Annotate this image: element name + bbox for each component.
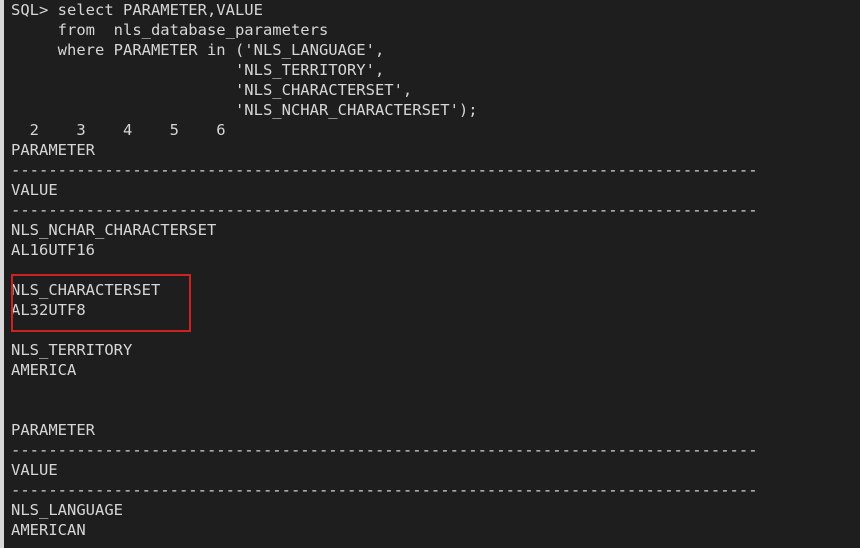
result1-row-1-parameter: NLS_NCHAR_CHARACTERSET [11, 221, 217, 239]
result1-row-2-value: AL32UTF8 [11, 301, 86, 319]
result2-separator-1: ----------------------------------------… [11, 441, 758, 459]
continuation-line-numbers: 2 3 4 5 6 [11, 121, 226, 139]
result1-separator-1: ----------------------------------------… [11, 161, 758, 179]
sql-query-line-1: SQL> select PARAMETER,VALUE [11, 1, 263, 19]
window-left-gutter [0, 0, 4, 548]
result1-separator-2: ----------------------------------------… [11, 201, 758, 219]
result1-row-3-value: AMERICA [11, 361, 77, 379]
result1-row-1-value: AL16UTF16 [11, 241, 95, 259]
result2-header-parameter: PARAMETER [11, 421, 95, 439]
result2-header-value: VALUE [11, 461, 58, 479]
result1-header-value: VALUE [11, 181, 58, 199]
sql-query-line-3: where PARAMETER in ('NLS_LANGUAGE', [11, 41, 385, 59]
result2-row-1-parameter: NLS_LANGUAGE [11, 501, 123, 519]
sql-query-line-2: from nls_database_parameters [11, 21, 329, 39]
sql-query-line-5: 'NLS_CHARACTERSET', [11, 81, 413, 99]
result1-header-parameter: PARAMETER [11, 141, 95, 159]
sql-query-line-4: 'NLS_TERRITORY', [11, 61, 385, 79]
result2-row-1-value: AMERICAN [11, 521, 86, 539]
sql-query-line-6: 'NLS_NCHAR_CHARACTERSET'); [11, 101, 478, 119]
result1-row-3-parameter: NLS_TERRITORY [11, 341, 133, 359]
result2-separator-2: ----------------------------------------… [11, 481, 758, 499]
sqlplus-terminal[interactable]: SQL> select PARAMETER,VALUE from nls_dat… [4, 0, 860, 548]
result1-row-2-parameter: NLS_CHARACTERSET [11, 281, 161, 299]
terminal-screenshot: SQL> select PARAMETER,VALUE from nls_dat… [0, 0, 860, 548]
